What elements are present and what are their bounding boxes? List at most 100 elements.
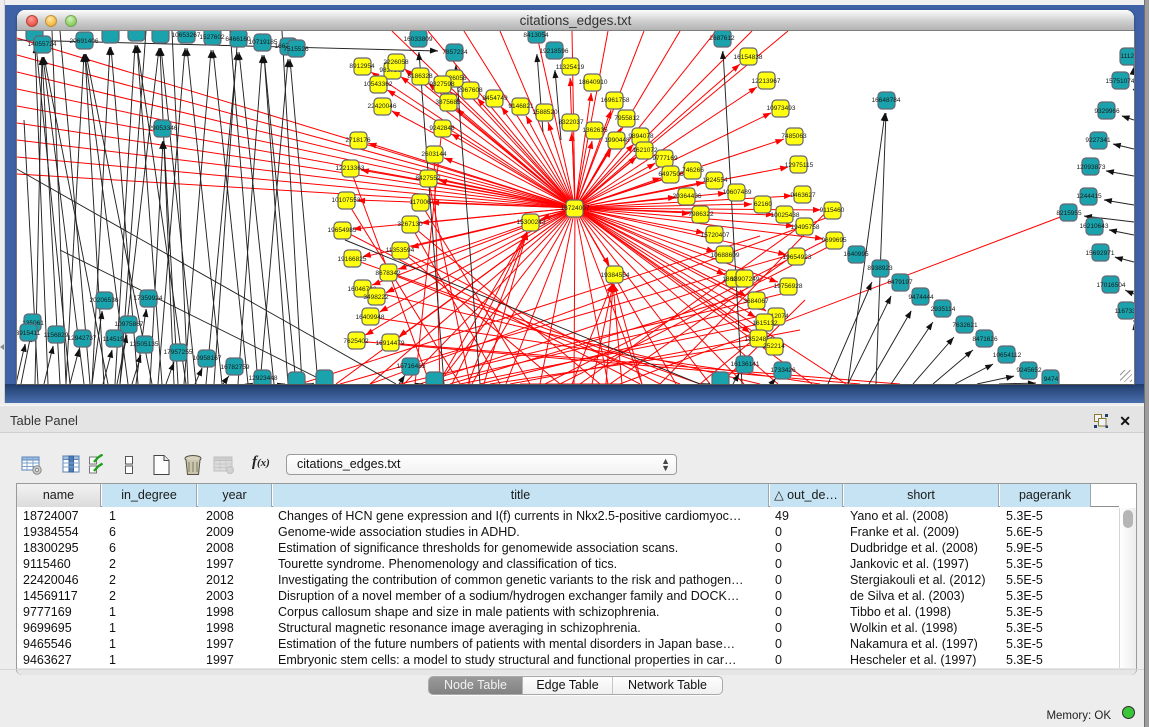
svg-text:15300243: 15300243 (517, 219, 546, 226)
svg-text:18640910: 18640910 (579, 79, 608, 86)
svg-text:3915411: 3915411 (17, 330, 41, 337)
svg-text:8938923: 8938923 (867, 265, 893, 272)
svg-text:8413054: 8413054 (523, 32, 549, 39)
svg-text:12213967: 12213967 (752, 78, 781, 85)
svg-text:2935114: 2935114 (931, 306, 956, 313)
svg-text:29053346: 29053346 (149, 125, 178, 132)
svg-text:10958167: 10958167 (193, 355, 222, 362)
svg-text:1167334: 1167334 (1115, 308, 1134, 315)
svg-text:16210643: 16210643 (1080, 223, 1109, 230)
svg-text:10688609: 10688609 (711, 252, 740, 259)
svg-text:8912954: 8912954 (349, 63, 375, 70)
svg-text:12923448: 12923448 (249, 375, 278, 382)
svg-text:10719185: 10719185 (249, 39, 278, 46)
svg-text:7986322: 7986322 (688, 211, 714, 218)
svg-text:7632621: 7632621 (952, 322, 978, 329)
svg-text:62160: 62160 (754, 201, 772, 208)
svg-text:8215955: 8215955 (1056, 210, 1082, 217)
svg-text:16033809: 16033809 (404, 36, 433, 43)
svg-text:16914479: 16914479 (376, 340, 405, 347)
svg-text:16136141: 16136141 (731, 361, 760, 368)
svg-text:16154838: 16154838 (734, 54, 763, 61)
svg-text:9146821: 9146821 (508, 103, 534, 110)
svg-text:3267130: 3267130 (397, 221, 423, 228)
svg-text:12975115: 12975115 (785, 162, 814, 169)
svg-text:9242848: 9242848 (429, 125, 455, 132)
svg-text:1990448: 1990448 (604, 137, 630, 144)
svg-text:16782759: 16782759 (221, 364, 250, 371)
svg-text:1145194: 1145194 (103, 336, 128, 343)
svg-text:18724007: 18724007 (561, 205, 590, 212)
svg-text:1527602: 1527602 (199, 34, 225, 41)
svg-text:8186328: 8186328 (407, 73, 433, 80)
svg-text:1362635: 1362635 (582, 127, 608, 134)
svg-text:8454749: 8454749 (482, 95, 508, 102)
svg-text:1615132: 1615132 (752, 320, 778, 327)
svg-text:15716485: 15716485 (397, 363, 426, 370)
svg-text:9777169: 9777169 (652, 155, 678, 162)
svg-text:10543362: 10543362 (364, 81, 393, 88)
svg-text:22420046: 22420046 (368, 103, 397, 110)
svg-text:12505135: 12505135 (130, 341, 159, 348)
svg-text:6466160: 6466160 (225, 36, 251, 43)
svg-text:6479197: 6479197 (887, 279, 913, 286)
svg-text:3498222: 3498222 (363, 294, 389, 301)
svg-text:6497505: 6497505 (658, 171, 684, 178)
svg-text:746266: 746266 (682, 167, 704, 174)
svg-text:16648784: 16648784 (872, 97, 901, 104)
svg-text:20691406: 20691406 (70, 38, 99, 45)
svg-text:3875685: 3875685 (435, 99, 461, 106)
svg-text:19654923: 19654923 (783, 254, 812, 261)
svg-text:7625402: 7625402 (343, 338, 369, 345)
svg-text:12213363: 12213363 (336, 165, 365, 172)
svg-text:9327598: 9327598 (429, 81, 455, 88)
svg-text:15692971: 15692971 (1086, 250, 1115, 257)
svg-text:19756928: 19756928 (774, 283, 803, 290)
svg-text:1621072: 1621072 (632, 147, 658, 154)
svg-text:1156829: 1156829 (44, 332, 69, 339)
svg-text:1733426: 1733426 (770, 367, 796, 374)
svg-text:2718176: 2718176 (345, 137, 371, 144)
svg-text:2967608: 2967608 (457, 87, 483, 94)
svg-text:9245652: 9245652 (1016, 367, 1042, 374)
svg-text:1244415: 1244415 (1076, 193, 1102, 200)
svg-text:16961758: 16961758 (601, 97, 630, 104)
svg-text:11325419: 11325419 (556, 64, 585, 71)
svg-text:9227341: 9227341 (1085, 137, 1111, 144)
svg-text:17957255: 17957255 (164, 349, 193, 356)
svg-text:1824554: 1824554 (702, 177, 728, 184)
svg-text:2687612: 2687612 (709, 35, 735, 42)
svg-text:9329966: 9329966 (1094, 108, 1120, 115)
svg-text:8471626: 8471626 (972, 336, 998, 343)
svg-text:7485063: 7485063 (781, 133, 807, 140)
svg-text:8322037: 8322037 (558, 119, 584, 126)
svg-text:117006: 117006 (409, 199, 431, 206)
svg-text:9474444: 9474444 (908, 294, 934, 301)
svg-text:18907249: 18907249 (731, 276, 760, 283)
svg-text:19384554: 19384554 (601, 272, 630, 279)
svg-text:8678342: 8678342 (375, 270, 401, 277)
svg-text:19218596: 19218596 (540, 48, 569, 55)
svg-text:19654985: 19654985 (328, 227, 357, 234)
svg-text:20206536: 20206536 (90, 297, 119, 304)
svg-text:16409948: 16409948 (356, 314, 385, 321)
svg-text:20364436: 20364436 (673, 193, 702, 200)
svg-text:10654112: 10654112 (993, 352, 1022, 359)
svg-text:9115460: 9115460 (820, 207, 845, 214)
svg-text:14055724: 14055724 (28, 41, 57, 48)
svg-text:9894078: 9894078 (628, 133, 654, 140)
svg-text:8427552: 8427552 (415, 175, 441, 182)
svg-text:9474: 9474 (1044, 376, 1059, 383)
svg-text:19495758: 19495758 (791, 224, 820, 231)
svg-text:9699695: 9699695 (821, 237, 847, 244)
svg-text:17016504: 17016504 (1097, 282, 1126, 289)
svg-text:10607489: 10607489 (723, 189, 752, 196)
svg-text:10107553: 10107553 (332, 197, 361, 204)
svg-text:10973493: 10973493 (767, 105, 796, 112)
svg-text:3684067: 3684067 (743, 298, 769, 305)
svg-text:7515526: 7515526 (283, 46, 309, 53)
svg-text:7955812: 7955812 (614, 115, 640, 122)
svg-text:15720407: 15720407 (701, 232, 730, 239)
svg-text:2226058: 2226058 (383, 59, 409, 66)
svg-text:10975867: 10975867 (115, 321, 144, 328)
